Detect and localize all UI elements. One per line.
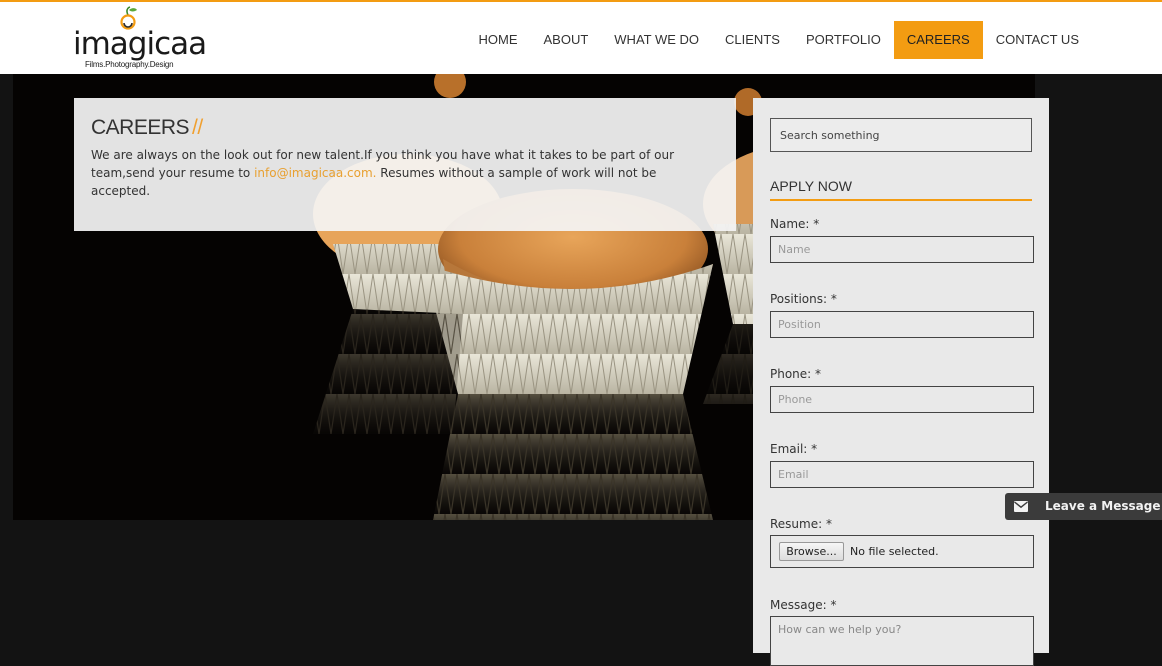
resume-file-input: Browse... No file selected. <box>770 535 1034 568</box>
message-label: Message: * <box>770 598 837 612</box>
phone-field[interactable] <box>770 386 1034 413</box>
title-slashes: // <box>192 116 203 139</box>
browse-button[interactable]: Browse... <box>779 542 844 561</box>
careers-email-link[interactable]: info@imagicaa.com. <box>254 166 376 180</box>
nav-item-clients[interactable]: CLIENTS <box>712 21 793 59</box>
nav-item-contact-us[interactable]: CONTACT US <box>983 21 1092 59</box>
envelope-icon <box>1014 501 1028 512</box>
careers-intro-panel: CAREERS// We are always on the look out … <box>74 98 736 231</box>
email-field[interactable] <box>770 461 1034 488</box>
logo-wordmark: imagicaa <box>73 26 207 62</box>
file-status-text: No file selected. <box>850 545 939 558</box>
logo-tagline: Films.Photography.Design <box>85 60 174 69</box>
nav-item-what-we-do[interactable]: WHAT WE DO <box>601 21 712 59</box>
phone-label: Phone: * <box>770 367 822 381</box>
position-field[interactable] <box>770 311 1034 338</box>
leave-message-tab[interactable]: Leave a Message <box>1005 493 1162 520</box>
careers-description: We are always on the look out for new ta… <box>91 146 719 200</box>
site-header: imagicaa Films.Photography.Design HOME A… <box>0 0 1162 74</box>
position-label: Positions: * <box>770 292 837 306</box>
search-input[interactable] <box>770 118 1032 152</box>
resume-label: Resume: * <box>770 517 832 531</box>
leave-message-label: Leave a Message <box>1045 499 1161 513</box>
site-logo[interactable]: imagicaa Films.Photography.Design <box>73 6 207 72</box>
name-field[interactable] <box>770 236 1034 263</box>
nav-item-careers[interactable]: CAREERS <box>893 21 983 59</box>
name-label: Name: * <box>770 217 820 231</box>
main-nav: HOME ABOUT WHAT WE DO CLIENTS PORTFOLIO … <box>465 21 1092 61</box>
apply-now-heading: APPLY NOW <box>770 178 1032 201</box>
page-title: CAREERS// <box>91 116 719 140</box>
email-label: Email: * <box>770 442 818 456</box>
nav-item-about[interactable]: ABOUT <box>530 21 601 59</box>
sidebar: APPLY NOW Name: * Positions: * Phone: * … <box>753 98 1049 666</box>
message-field[interactable] <box>770 616 1034 666</box>
nav-item-home[interactable]: HOME <box>465 21 530 59</box>
nav-item-portfolio[interactable]: PORTFOLIO <box>793 21 894 59</box>
page-title-text: CAREERS <box>91 116 190 139</box>
